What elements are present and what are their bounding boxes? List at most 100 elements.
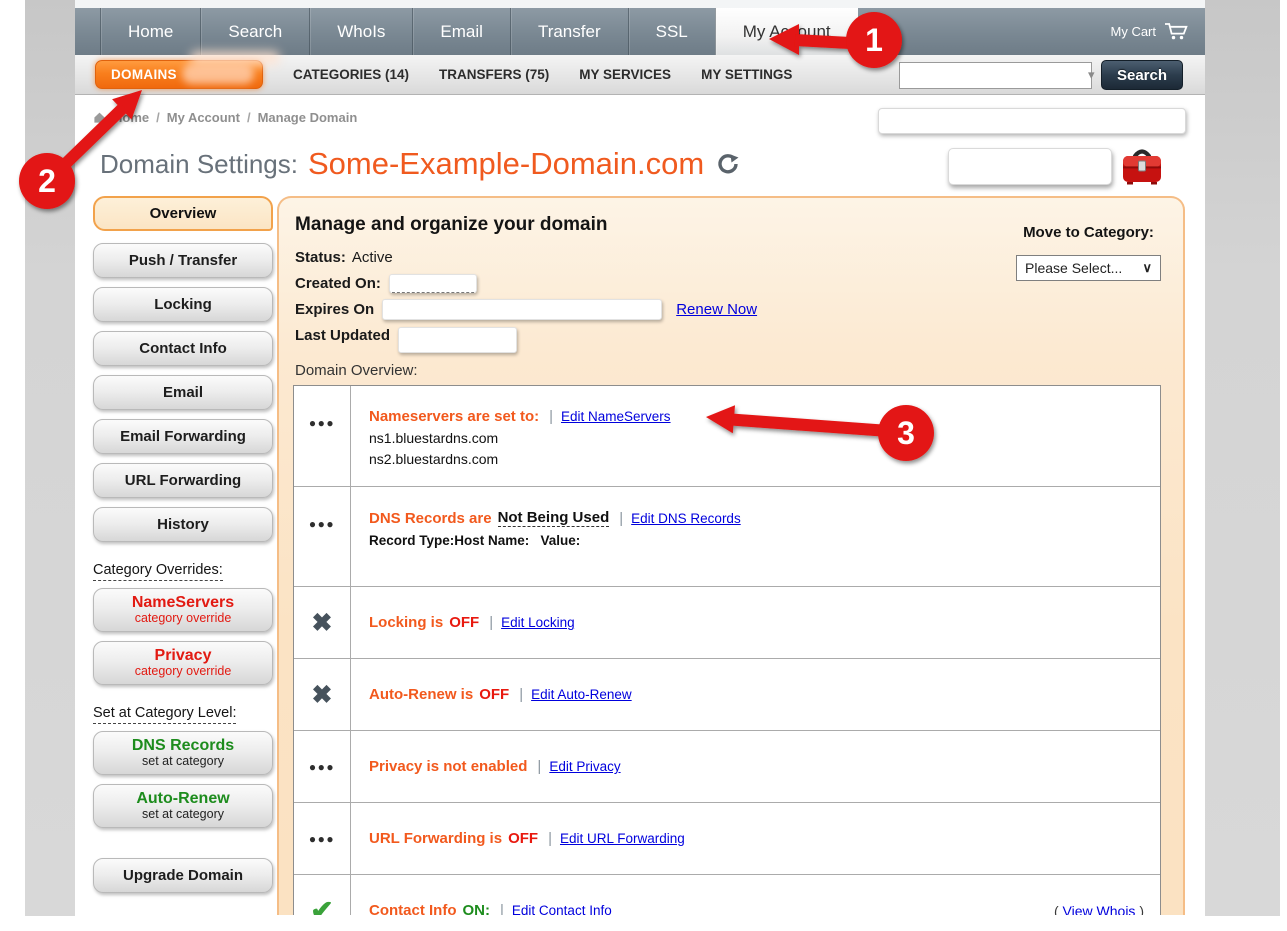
breadcrumb-my-account[interactable]: My Account [167,110,240,125]
domain-panel: Manage and organize your domain Status: … [277,196,1185,915]
override-title: NameServers [132,594,234,612]
breadcrumb-separator: / [247,110,251,125]
redacted-box-title-right [948,148,1112,185]
edit-locking-link[interactable]: Edit Locking [501,615,575,630]
search-combobox[interactable]: ▾ [899,62,1092,89]
left-margin-strip [25,0,75,916]
sidebar-item-url-forwarding[interactable]: URL Forwarding [93,463,273,498]
nav-tab-home[interactable]: Home [100,8,200,55]
breadcrumb-home[interactable]: Home [113,110,149,125]
nav-tab-search[interactable]: Search [200,8,309,55]
category-subtitle: set at category [142,755,224,769]
dns-record-columns: Record Type:Host Name: Value: [369,533,1144,548]
move-to-category-select[interactable]: Please Select... ∨ [1016,255,1161,281]
title-bar: Domain Settings: Some-Example-Domain.com [100,146,740,182]
table-row-dns-records: DNS Records are Not Being Used | Edit DN… [294,486,1160,586]
right-margin-strip [1205,0,1280,916]
edit-nameservers-link[interactable]: Edit NameServers [561,409,671,424]
pending-dots-icon [309,414,335,432]
table-row-privacy: Privacy is not enabled | Edit Privacy [294,730,1160,802]
pending-dots-icon [309,830,335,848]
sidebar-item-auto-renew-category[interactable]: Auto-Renew set at category [93,784,273,828]
sidebar-item-history[interactable]: History [93,507,273,542]
top-edge-strip [75,0,1205,8]
pending-dots-icon [309,515,335,533]
redacted-box-breadcrumb-right [878,108,1186,134]
table-row-auto-renew: Auto-Renew is OFF | Edit Auto-Renew [294,658,1160,730]
screenshot-canvas: Home Search WhoIs Email Transfer SSL My … [0,0,1287,931]
sidebar-item-locking[interactable]: Locking [93,287,273,322]
override-subtitle: category override [135,665,232,679]
domain-overview-table: Nameservers are set to: | Edit NameServe… [293,385,1161,915]
subnav-categories[interactable]: CATEGORIES (14) [293,67,409,82]
cart-icon [1164,22,1189,41]
nav-tab-whois[interactable]: WhoIs [309,8,412,55]
expires-line: Expires On Renew Now [295,296,1183,322]
main-nav: Home Search WhoIs Email Transfer SSL My … [75,8,1205,55]
subnav-my-settings[interactable]: MY SETTINGS [701,67,792,82]
sub-nav: DOMAINS CATEGORIES (14) TRANSFERS (75) M… [75,55,1205,95]
edit-contact-info-link[interactable]: Edit Contact Info [512,903,612,915]
home-icon [93,111,106,124]
nameserver-2: ns2.bluestardns.com [369,451,1144,467]
toolbox-icon[interactable] [1120,144,1164,190]
nav-tab-my-account[interactable]: My Account [715,8,858,55]
sidebar-item-nameservers-override[interactable]: NameServers category override [93,588,273,632]
edit-auto-renew-link[interactable]: Edit Auto-Renew [531,687,632,702]
nav-tab-email[interactable]: Email [412,8,510,55]
view-whois-link[interactable]: View Whois [1063,903,1136,916]
sidebar: Overview Push / Transfer Locking Contact… [93,196,273,902]
category-title: Auto-Renew [136,790,229,808]
select-value: Please Select... [1025,260,1122,276]
table-row-url-forwarding: URL Forwarding is OFF | Edit URL Forward… [294,802,1160,874]
edit-dns-records-link[interactable]: Edit DNS Records [631,511,741,526]
renew-now-link[interactable]: Renew Now [676,301,757,318]
status-value: Active [352,249,393,266]
breadcrumb-separator: / [156,110,160,125]
sidebar-item-push-transfer[interactable]: Push / Transfer [93,243,273,278]
redacted-updated-date [398,327,517,353]
subnav-domains-button[interactable]: DOMAINS [95,60,263,89]
search-input[interactable] [900,63,1088,88]
redacted-created-date [389,274,477,293]
pending-dots-icon [309,758,335,776]
refresh-icon[interactable] [716,152,740,176]
bottom-edge-strip [0,916,1287,931]
view-whois-note: ( View Whois ) [1054,903,1144,916]
edit-privacy-link[interactable]: Edit Privacy [549,759,620,774]
nav-tab-transfer[interactable]: Transfer [510,8,628,55]
sidebar-item-email-forwarding[interactable]: Email Forwarding [93,419,273,454]
my-cart-button[interactable]: My Cart [1111,8,1206,55]
move-to-category: Move to Category: Please Select... ∨ [1016,224,1161,281]
cross-icon [312,608,333,638]
sidebar-item-upgrade-domain[interactable]: Upgrade Domain [93,858,273,893]
sidebar-item-overview[interactable]: Overview [93,196,273,231]
check-icon [310,894,333,915]
cross-icon [312,680,333,710]
nav-tab-ssl[interactable]: SSL [628,8,715,55]
search-button[interactable]: Search [1101,60,1183,90]
nameserver-1: ns1.bluestardns.com [369,430,1144,446]
chevron-down-icon: ▾ [1088,67,1102,83]
table-row-nameservers: Nameservers are set to: | Edit NameServe… [294,386,1160,486]
subnav-transfers[interactable]: TRANSFERS (75) [439,67,549,82]
sidebar-item-email[interactable]: Email [93,375,273,410]
category-overrides-heading: Category Overrides: [93,562,273,578]
domain-overview-label: Domain Overview: [295,362,1183,379]
updated-line: Last Updated [295,322,1183,348]
chevron-down-icon: ∨ [1142,260,1152,276]
sidebar-item-privacy-override[interactable]: Privacy category override [93,641,273,685]
page-title-prefix: Domain Settings: [100,149,298,180]
edit-url-forwarding-link[interactable]: Edit URL Forwarding [560,831,685,846]
breadcrumb: Home / My Account / Manage Domain [93,110,357,125]
search-area: ▾ Search [899,60,1183,90]
sidebar-item-contact-info[interactable]: Contact Info [93,331,273,366]
table-row-locking: Locking is OFF | Edit Locking [294,586,1160,658]
domains-label: DOMAINS [111,67,177,82]
subnav-my-services[interactable]: MY SERVICES [579,67,671,82]
content-area: Overview Push / Transfer Locking Contact… [75,196,1205,920]
page-title-domain: Some-Example-Domain.com [308,146,704,182]
breadcrumb-current: Manage Domain [258,110,358,125]
sidebar-item-dns-records-category[interactable]: DNS Records set at category [93,731,273,775]
override-subtitle: category override [135,612,232,626]
